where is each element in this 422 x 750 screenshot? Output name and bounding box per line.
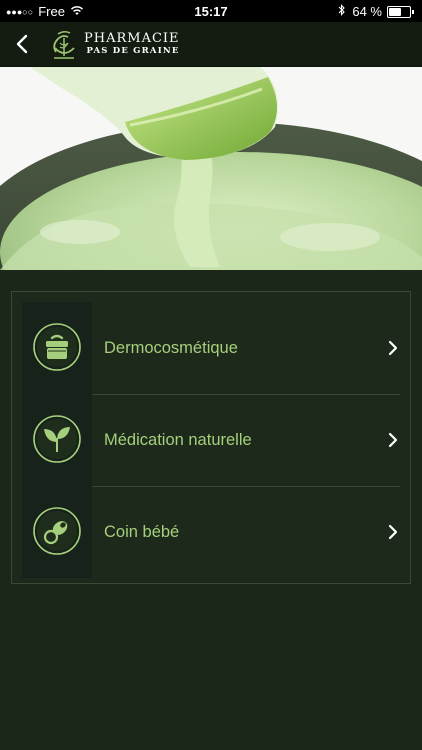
menu-item-dermocosmetique[interactable]: Dermocosmétique bbox=[22, 302, 400, 395]
logo-subtitle: PAS DE GRAINE bbox=[86, 46, 180, 56]
chevron-right-icon bbox=[388, 524, 398, 540]
chevron-right-icon bbox=[388, 340, 398, 356]
icon-tile bbox=[22, 394, 92, 486]
nav-bar: PHARMACIE PAS DE GRAINE bbox=[0, 22, 422, 67]
menu-item-label: Médication naturelle bbox=[104, 431, 252, 449]
category-menu: Dermocosmétique Médication naturelle Coi… bbox=[11, 291, 411, 584]
leaves-icon bbox=[33, 415, 81, 463]
bluetooth-icon bbox=[338, 4, 346, 19]
battery-icon bbox=[387, 5, 411, 18]
status-bar: ●●●○○ Free 15:17 64 % bbox=[0, 0, 422, 22]
menu-item-label: Coin bébé bbox=[104, 523, 180, 541]
battery-percent: 64 % bbox=[352, 4, 382, 19]
logo-text: PHARMACIE PAS DE GRAINE bbox=[84, 31, 180, 57]
pacifier-icon bbox=[33, 507, 81, 555]
pharmacy-emblem-icon bbox=[53, 30, 75, 59]
chevron-left-icon bbox=[16, 34, 28, 54]
chevron-right-icon bbox=[388, 432, 398, 448]
logo-title: PHARMACIE bbox=[84, 31, 180, 46]
status-right: 64 % bbox=[338, 4, 414, 19]
cream-jar-icon bbox=[33, 323, 81, 371]
pharmacy-logo: PHARMACIE PAS DE GRAINE bbox=[50, 27, 180, 61]
back-button[interactable] bbox=[6, 28, 38, 60]
icon-tile bbox=[22, 486, 92, 578]
icon-tile bbox=[22, 302, 92, 394]
battery-cap bbox=[412, 9, 414, 14]
battery-fill bbox=[389, 7, 401, 16]
hero-image-aloe-vera-gel bbox=[0, 67, 422, 270]
menu-item-label: Dermocosmétique bbox=[104, 339, 238, 357]
menu-item-medication-naturelle[interactable]: Médication naturelle bbox=[22, 394, 400, 487]
menu-item-coin-bebe[interactable]: Coin bébé bbox=[22, 486, 400, 578]
